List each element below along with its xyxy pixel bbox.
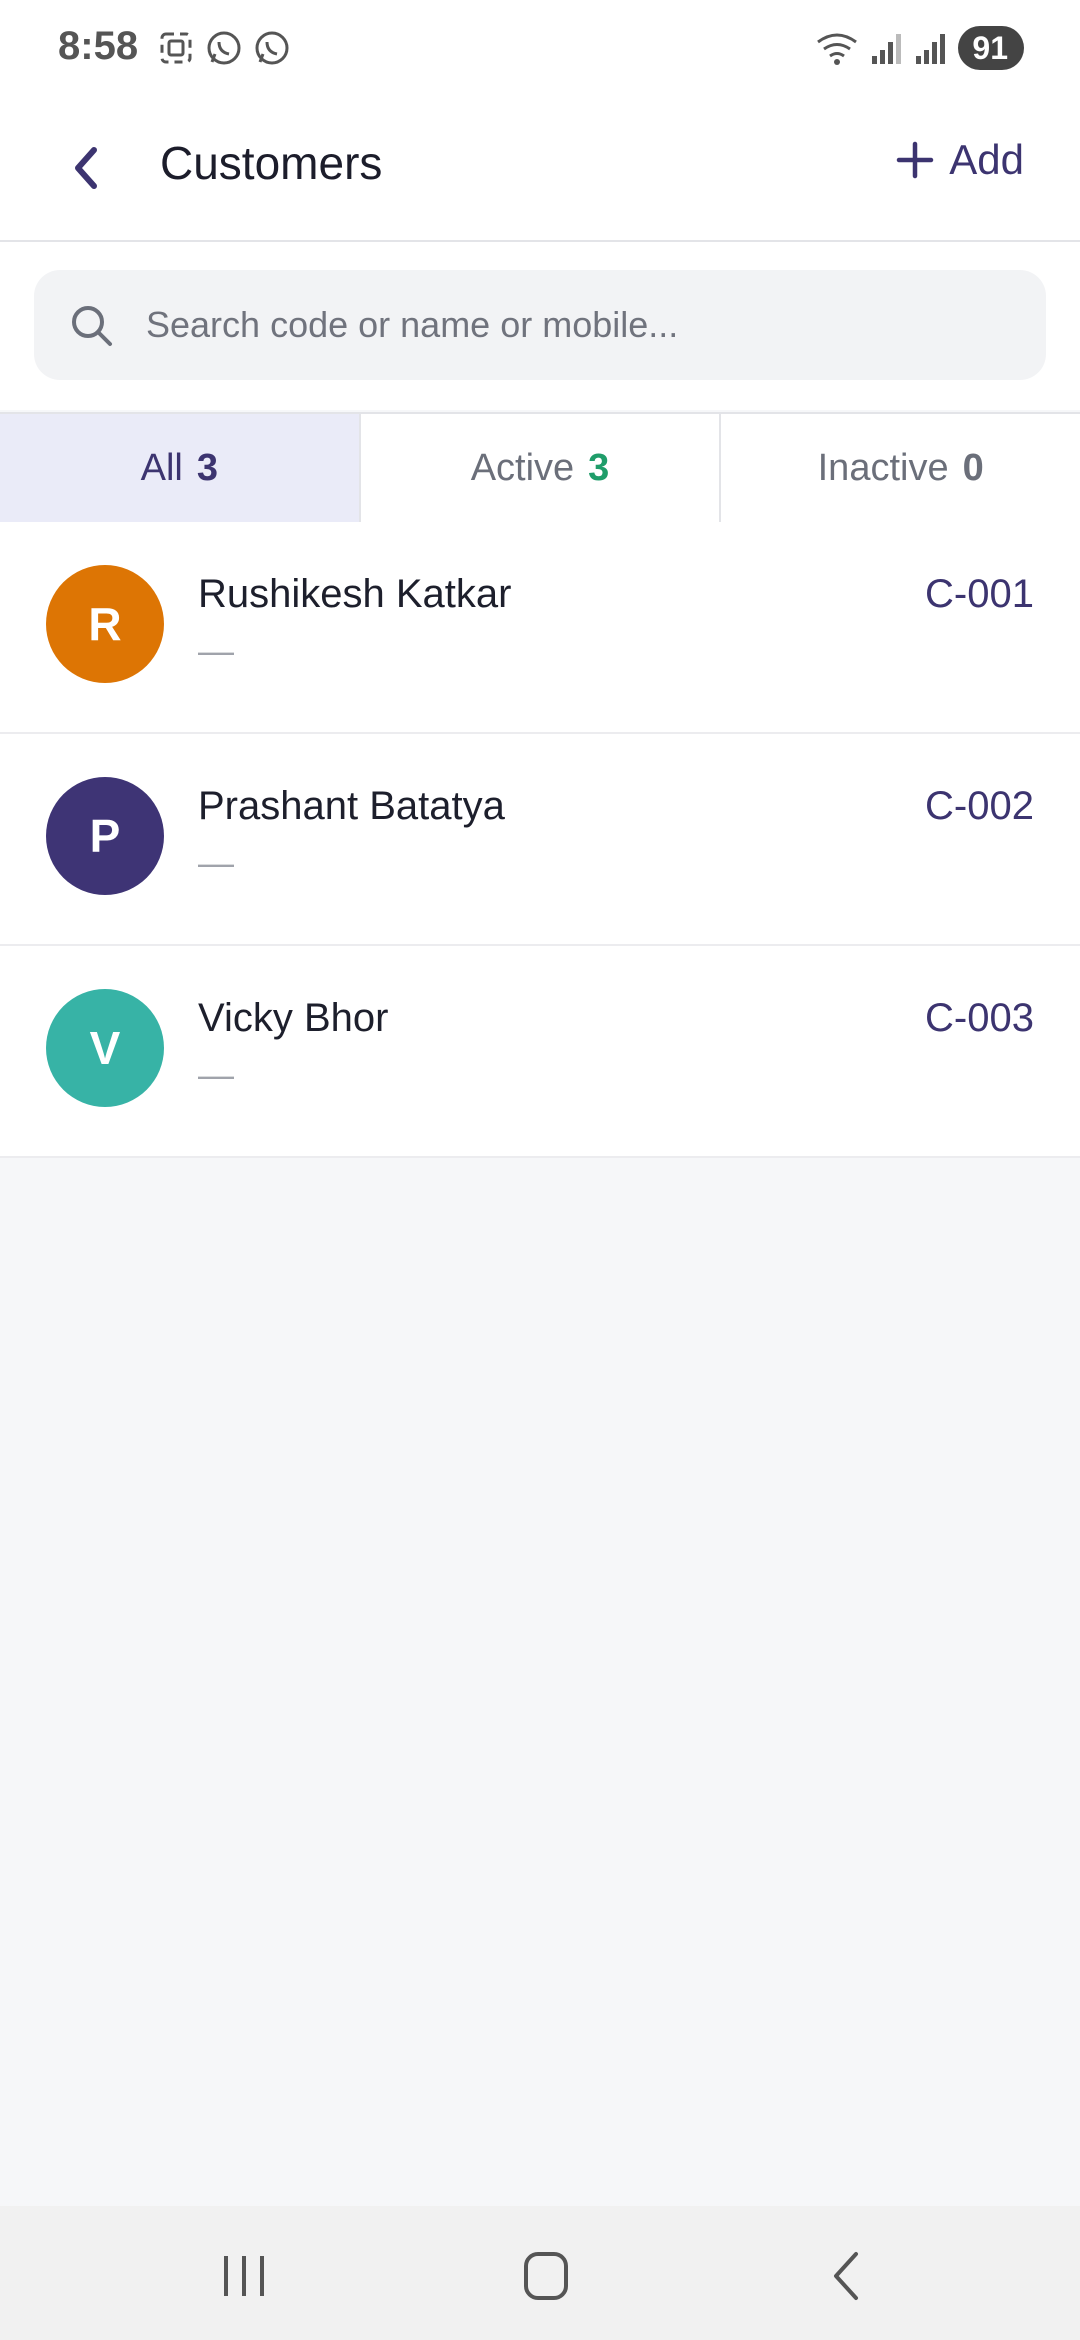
system-icons: 91 xyxy=(814,26,1024,70)
avatar: R xyxy=(46,565,164,683)
filter-tabs: All 3 Active 3 Inactive 0 xyxy=(0,412,1080,524)
customer-subtitle: — xyxy=(198,630,234,671)
wifi-icon xyxy=(817,33,858,65)
recent-apps-button[interactable] xyxy=(204,2246,284,2306)
screenshot-icon xyxy=(160,32,192,64)
customer-name: Rushikesh Katkar xyxy=(198,572,512,616)
search-icon xyxy=(72,306,112,346)
status-time: 8:58 xyxy=(58,24,139,68)
tab-active[interactable]: Active 3 xyxy=(361,414,722,522)
avatar: V xyxy=(46,989,164,1107)
list-item[interactable]: P Prashant Batatya — C-002 xyxy=(0,734,1080,946)
customer-subtitle: — xyxy=(198,1054,234,1095)
tab-count: 3 xyxy=(588,446,610,489)
avatar: P xyxy=(46,777,164,895)
tab-all[interactable]: All 3 xyxy=(0,414,361,522)
customer-code: C-001 xyxy=(925,572,1034,616)
customer-code: C-002 xyxy=(925,784,1034,828)
tab-label: All xyxy=(140,446,183,489)
list-item[interactable]: V Vicky Bhor — C-003 xyxy=(0,946,1080,1158)
add-button-label: Add xyxy=(949,136,1024,183)
search-section: Search code or name or mobile... xyxy=(0,242,1080,410)
whatsapp-business-icon xyxy=(207,31,241,65)
whatsapp-icon xyxy=(255,31,289,65)
customer-list: R Rushikesh Katkar — C-001 P Prashant Ba… xyxy=(0,522,1080,1158)
tab-label: Active xyxy=(470,446,575,489)
recent-apps-icon xyxy=(224,2256,264,2296)
list-item[interactable]: R Rushikesh Katkar — C-001 xyxy=(0,522,1080,734)
signal-icon xyxy=(872,34,902,64)
system-back-button[interactable] xyxy=(808,2246,888,2306)
app-bar: Customers Add xyxy=(0,100,1080,242)
tab-label: Inactive xyxy=(817,446,949,489)
home-button[interactable] xyxy=(506,2246,586,2306)
search-placeholder: Search code or name or mobile... xyxy=(146,304,679,345)
chevron-left-icon xyxy=(75,147,97,189)
customer-subtitle: — xyxy=(198,842,234,883)
page-title: Customers xyxy=(160,137,383,189)
home-icon xyxy=(524,2252,568,2300)
customer-name: Vicky Bhor xyxy=(198,996,389,1040)
tab-count: 3 xyxy=(196,446,219,489)
tab-count: 0 xyxy=(962,446,984,489)
plus-icon xyxy=(897,141,934,179)
back-icon xyxy=(834,2252,858,2300)
signal-icon xyxy=(916,34,946,64)
search-input[interactable]: Search code or name or mobile... xyxy=(34,270,1046,380)
battery-indicator: 91 xyxy=(958,26,1024,70)
system-nav-bar xyxy=(0,2206,1080,2340)
customer-name: Prashant Batatya xyxy=(198,784,505,828)
notification-icons xyxy=(156,28,292,68)
add-customer-button[interactable]: Add xyxy=(895,136,1024,184)
status-bar: 8:58 91 xyxy=(0,0,1080,100)
customer-code: C-003 xyxy=(925,996,1034,1040)
tab-inactive[interactable]: Inactive 0 xyxy=(721,414,1080,522)
back-button[interactable] xyxy=(58,138,118,198)
